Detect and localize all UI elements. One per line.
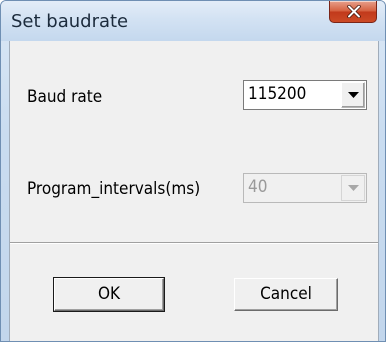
separator-line	[10, 242, 378, 244]
close-x-icon	[347, 5, 361, 18]
program-intervals-dropdown-button	[341, 175, 365, 201]
program-intervals-select: 40	[243, 173, 367, 203]
dialog-window: Set baudrate Baud rate 115200 Program_in…	[0, 0, 386, 342]
close-button[interactable]	[329, 1, 377, 23]
window-title: Set baudrate	[11, 11, 129, 32]
baud-rate-select[interactable]: 115200	[243, 80, 367, 110]
baud-rate-dropdown-button[interactable]	[341, 82, 365, 108]
title-bar[interactable]: Set baudrate	[1, 1, 385, 41]
program-intervals-value: 40	[248, 177, 268, 197]
cancel-button[interactable]: Cancel	[234, 278, 338, 311]
program-intervals-label: Program_intervals(ms)	[27, 179, 201, 199]
chevron-down-icon	[348, 185, 359, 191]
baud-rate-value: 115200	[248, 84, 307, 104]
dialog-client-area: Baud rate 115200 Program_intervals(ms) 4…	[9, 41, 379, 341]
chevron-down-icon	[348, 92, 359, 98]
ok-button[interactable]: OK	[54, 278, 164, 311]
baud-rate-label: Baud rate	[27, 87, 103, 107]
